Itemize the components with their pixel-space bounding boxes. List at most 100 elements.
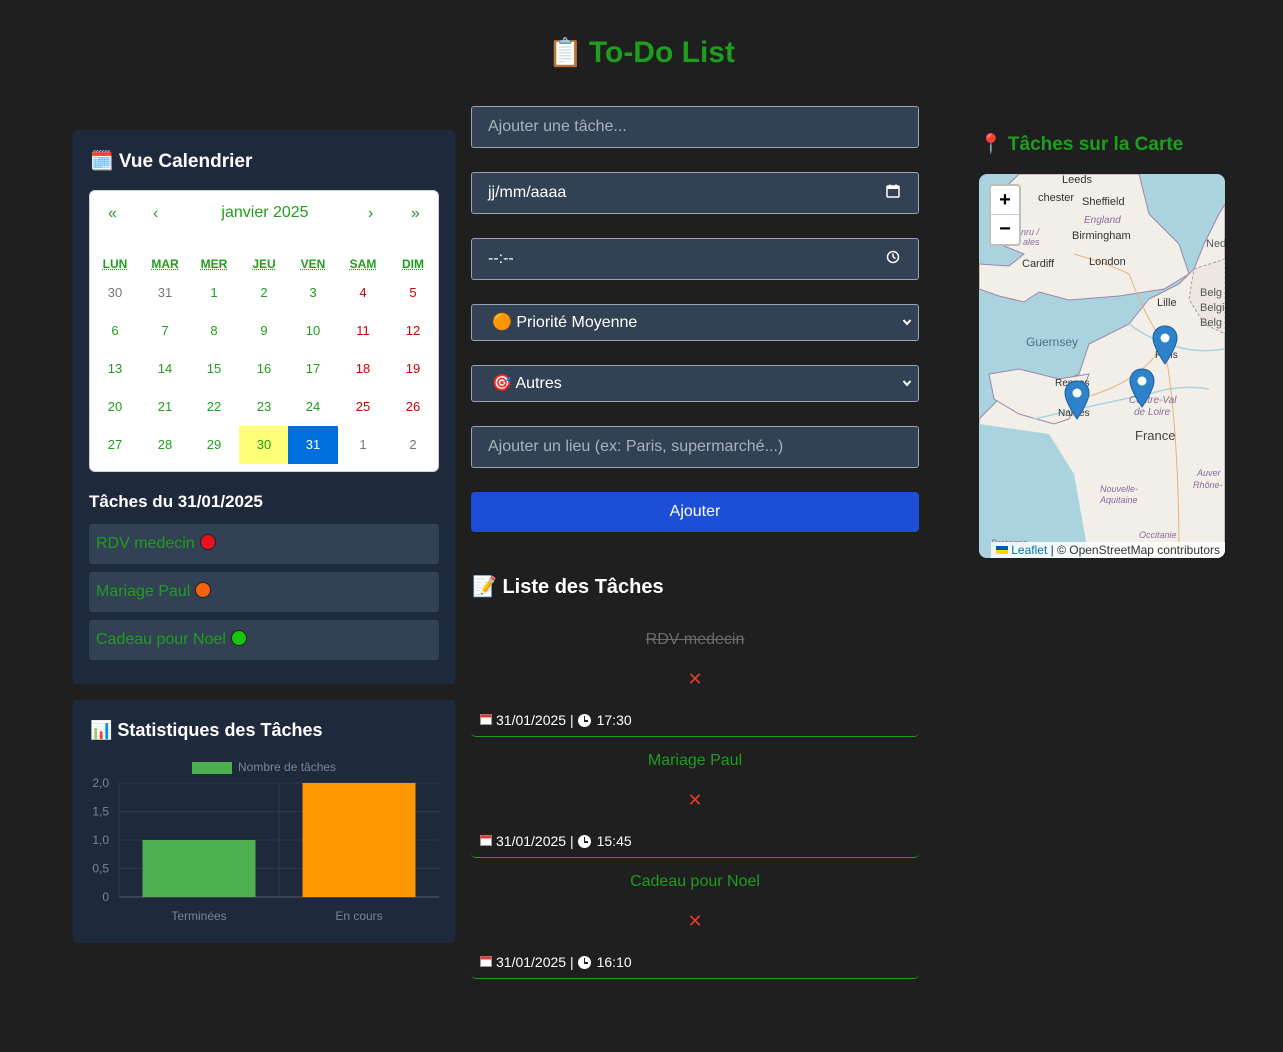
map-label: Cardiff (1022, 258, 1055, 270)
date-input[interactable]: jj/mm/aaaa (471, 172, 919, 214)
map-marker-icon[interactable] (1129, 368, 1155, 408)
map-label: Birmingham (1072, 230, 1131, 242)
map-label: Occitanie (1139, 530, 1177, 540)
calendar-icon[interactable] (886, 173, 900, 213)
day-task-item[interactable]: Mariage Paul (89, 572, 439, 612)
weekday-label: JEU (252, 257, 276, 271)
calendar-day[interactable]: 11 (338, 312, 388, 350)
clock-icon (577, 714, 591, 727)
calendar-day[interactable]: 30 (239, 426, 289, 464)
ukraine-flag-icon (996, 546, 1009, 554)
date-input-value: jj/mm/aaaa (488, 184, 567, 201)
calendar-day[interactable]: 18 (338, 350, 388, 388)
calendar-day[interactable]: 30 (90, 274, 140, 312)
calendar-panel: 🗓️ Vue Calendrier « ‹ janvier 2025 › » L… (73, 130, 455, 684)
calendar-day[interactable]: 1 (338, 426, 388, 464)
priority-dot-icon (195, 582, 212, 598)
calendar-day[interactable]: 14 (140, 350, 190, 388)
weekday-label: LUN (102, 257, 128, 271)
weekday-label: DIM (402, 257, 424, 271)
chart-y-tick: 2,0 (92, 776, 109, 790)
calendar-day[interactable]: 31 (140, 274, 190, 312)
calendar-day[interactable]: 21 (140, 388, 190, 426)
task-name[interactable]: Cadeau pour Noel (471, 873, 919, 891)
calendar-day[interactable]: 2 (239, 274, 289, 312)
calendar-icon (480, 955, 492, 970)
map-widget[interactable]: Leeds chester Sheffield England nru / al… (979, 174, 1225, 558)
map-marker-icon[interactable] (1064, 380, 1090, 420)
calendar-day[interactable]: 24 (288, 388, 338, 426)
map-label: Aquitaine (1100, 495, 1138, 505)
map-label: Belgi (1200, 302, 1225, 314)
map-label: Ned (1206, 238, 1225, 250)
map-label: Rhône- (1193, 480, 1223, 490)
chart-y-tick: 0 (102, 890, 109, 904)
calendar-day[interactable]: 17 (288, 350, 338, 388)
calendar-day[interactable]: 16 (239, 350, 289, 388)
calendar-day[interactable]: 8 (189, 312, 239, 350)
task-name[interactable]: RDV medecin (471, 631, 919, 649)
calendar-day[interactable]: 9 (239, 312, 289, 350)
calendar-day[interactable]: 13 (90, 350, 140, 388)
calendar-month-label[interactable]: janvier 2025 (90, 204, 438, 222)
calendar-day[interactable]: 23 (239, 388, 289, 426)
next-month-button[interactable]: › (368, 205, 373, 223)
calendar-day[interactable]: 3 (288, 274, 338, 312)
chart-bar[interactable] (142, 840, 256, 897)
map-label: England (1084, 215, 1121, 226)
calendar-day[interactable]: 7 (140, 312, 190, 350)
calendar-day[interactable]: 31 (288, 426, 338, 464)
calendar-day[interactable]: 10 (288, 312, 338, 350)
calendar-day[interactable]: 25 (338, 388, 388, 426)
add-task-button[interactable]: Ajouter (471, 492, 919, 532)
calendar-day[interactable]: 29 (189, 426, 239, 464)
calendar-day[interactable]: 19 (388, 350, 438, 388)
map-label: Nouvelle- (1100, 484, 1139, 494)
map-marker-icon[interactable] (1152, 325, 1178, 365)
task-time: 15:45 (596, 833, 632, 849)
zoom-out-button[interactable]: − (991, 215, 1019, 244)
map-title: 📍 Tâches sur la Carte (979, 134, 1184, 155)
calendar-day[interactable]: 26 (388, 388, 438, 426)
task-date: 31/01/2025 | (496, 712, 574, 728)
time-input[interactable]: --:-- (471, 238, 919, 280)
chart-y-tick: 0,5 (92, 862, 109, 876)
calendar-day[interactable]: 2 (388, 426, 438, 464)
map-label: chester (1038, 192, 1075, 204)
chevron-down-icon (902, 305, 912, 340)
calendar-panel-title: 🗓️ Vue Calendrier (90, 151, 253, 172)
delete-icon[interactable]: ✕ (471, 790, 919, 811)
calendar-day[interactable]: 15 (189, 350, 239, 388)
calendar-day[interactable]: 5 (388, 274, 438, 312)
task-input[interactable]: Ajouter une tâche... (471, 106, 919, 148)
calendar-day[interactable]: 6 (90, 312, 140, 350)
zoom-in-button[interactable]: + (991, 186, 1019, 215)
calendar-day[interactable]: 28 (140, 426, 190, 464)
calendar-day[interactable]: 1 (189, 274, 239, 312)
leaflet-link[interactable]: Leaflet (1011, 543, 1047, 557)
day-task-item[interactable]: Cadeau pour Noel (89, 620, 439, 660)
calendar-day[interactable]: 12 (388, 312, 438, 350)
calendar-day[interactable]: 27 (90, 426, 140, 464)
task-date: 31/01/2025 | (496, 954, 574, 970)
task-name[interactable]: Mariage Paul (471, 752, 919, 770)
calendar-day[interactable]: 20 (90, 388, 140, 426)
map-label: Lille (1157, 297, 1177, 309)
weekday-label: MAR (151, 257, 179, 271)
day-task-label: Cadeau pour Noel (96, 631, 226, 648)
clock-icon[interactable] (886, 239, 900, 279)
next-year-button[interactable]: » (411, 205, 420, 223)
calendar-day[interactable]: 4 (338, 274, 388, 312)
map-label: Sheffield (1082, 196, 1125, 208)
day-task-item[interactable]: RDV medecin (89, 524, 439, 564)
location-input[interactable]: Ajouter un lieu (ex: Paris, supermarché.… (471, 426, 919, 468)
map-label: Belg (1200, 317, 1223, 329)
priority-select[interactable]: 🟠 Priorité Moyenne (471, 304, 919, 341)
app-title: 📋 To-Do List (0, 36, 1283, 70)
chart-bar[interactable] (302, 783, 416, 897)
delete-icon[interactable]: ✕ (471, 669, 919, 690)
calendar-day[interactable]: 22 (189, 388, 239, 426)
priority-dot-icon (230, 630, 247, 646)
category-select[interactable]: 🎯 Autres (471, 365, 919, 402)
delete-icon[interactable]: ✕ (471, 911, 919, 932)
